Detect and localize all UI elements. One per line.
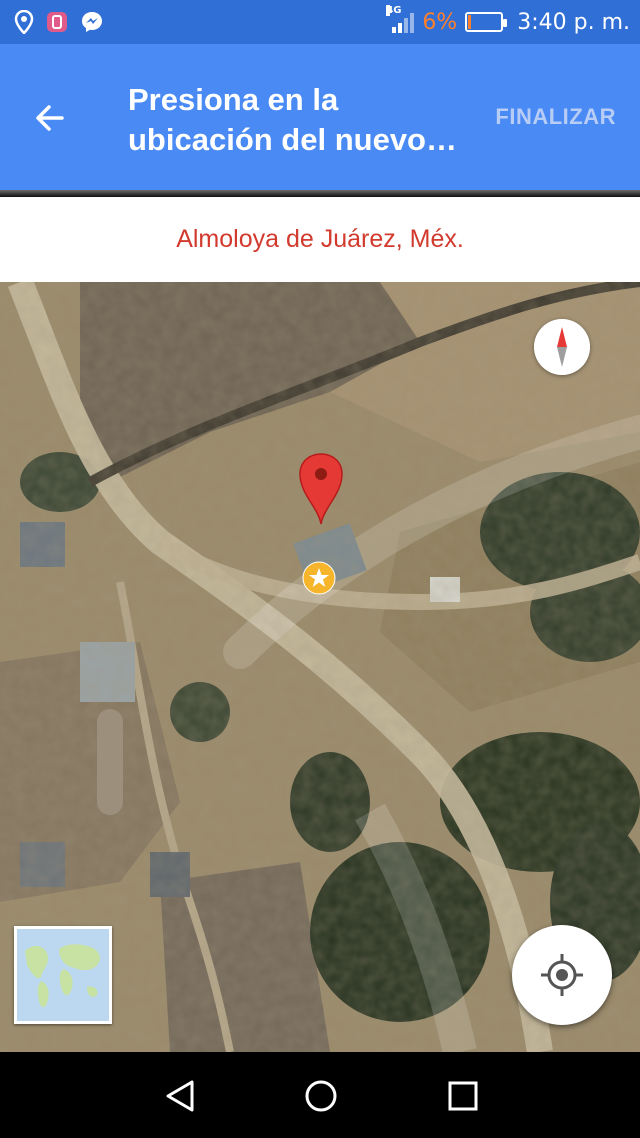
signal-icon: 4G [386, 5, 415, 33]
app-notification-icon [47, 12, 67, 32]
home-circle-icon[interactable] [299, 1074, 343, 1118]
clock: 3:40 p. m. [517, 9, 630, 35]
address-label: Almoloya de Juárez, Méx. [176, 225, 464, 253]
arrow-left-icon[interactable] [30, 98, 70, 138]
my-location-icon [541, 954, 583, 996]
compass-icon[interactable] [534, 319, 590, 375]
location-pin-marker[interactable] [298, 452, 344, 526]
world-map-thumbnail[interactable] [14, 926, 112, 1024]
finish-button[interactable]: FINALIZAR [495, 104, 616, 130]
world-map-icon [17, 929, 109, 1021]
app-bar: Presiona en la ubicación del nuevo… FINA… [0, 44, 640, 190]
network-type: 4G [386, 5, 402, 16]
battery-icon [465, 12, 508, 32]
back-triangle-icon[interactable] [158, 1074, 202, 1118]
system-nav-bar [0, 1052, 640, 1138]
battery-percent: 6% [422, 9, 458, 35]
page-title: Presiona en la ubicación del nuevo… [128, 82, 457, 157]
recents-square-icon[interactable] [441, 1074, 485, 1118]
star-marker-icon[interactable] [302, 561, 336, 595]
messenger-icon [82, 12, 102, 32]
location-pin-icon [14, 10, 34, 34]
map-view[interactable] [0, 282, 640, 1052]
address-panel: Almoloya de Juárez, Méx. [0, 197, 640, 282]
my-location-button[interactable] [512, 925, 612, 1025]
notification-icons [0, 10, 104, 34]
status-bar: 4G 6% 3:40 p. m. [0, 0, 640, 44]
